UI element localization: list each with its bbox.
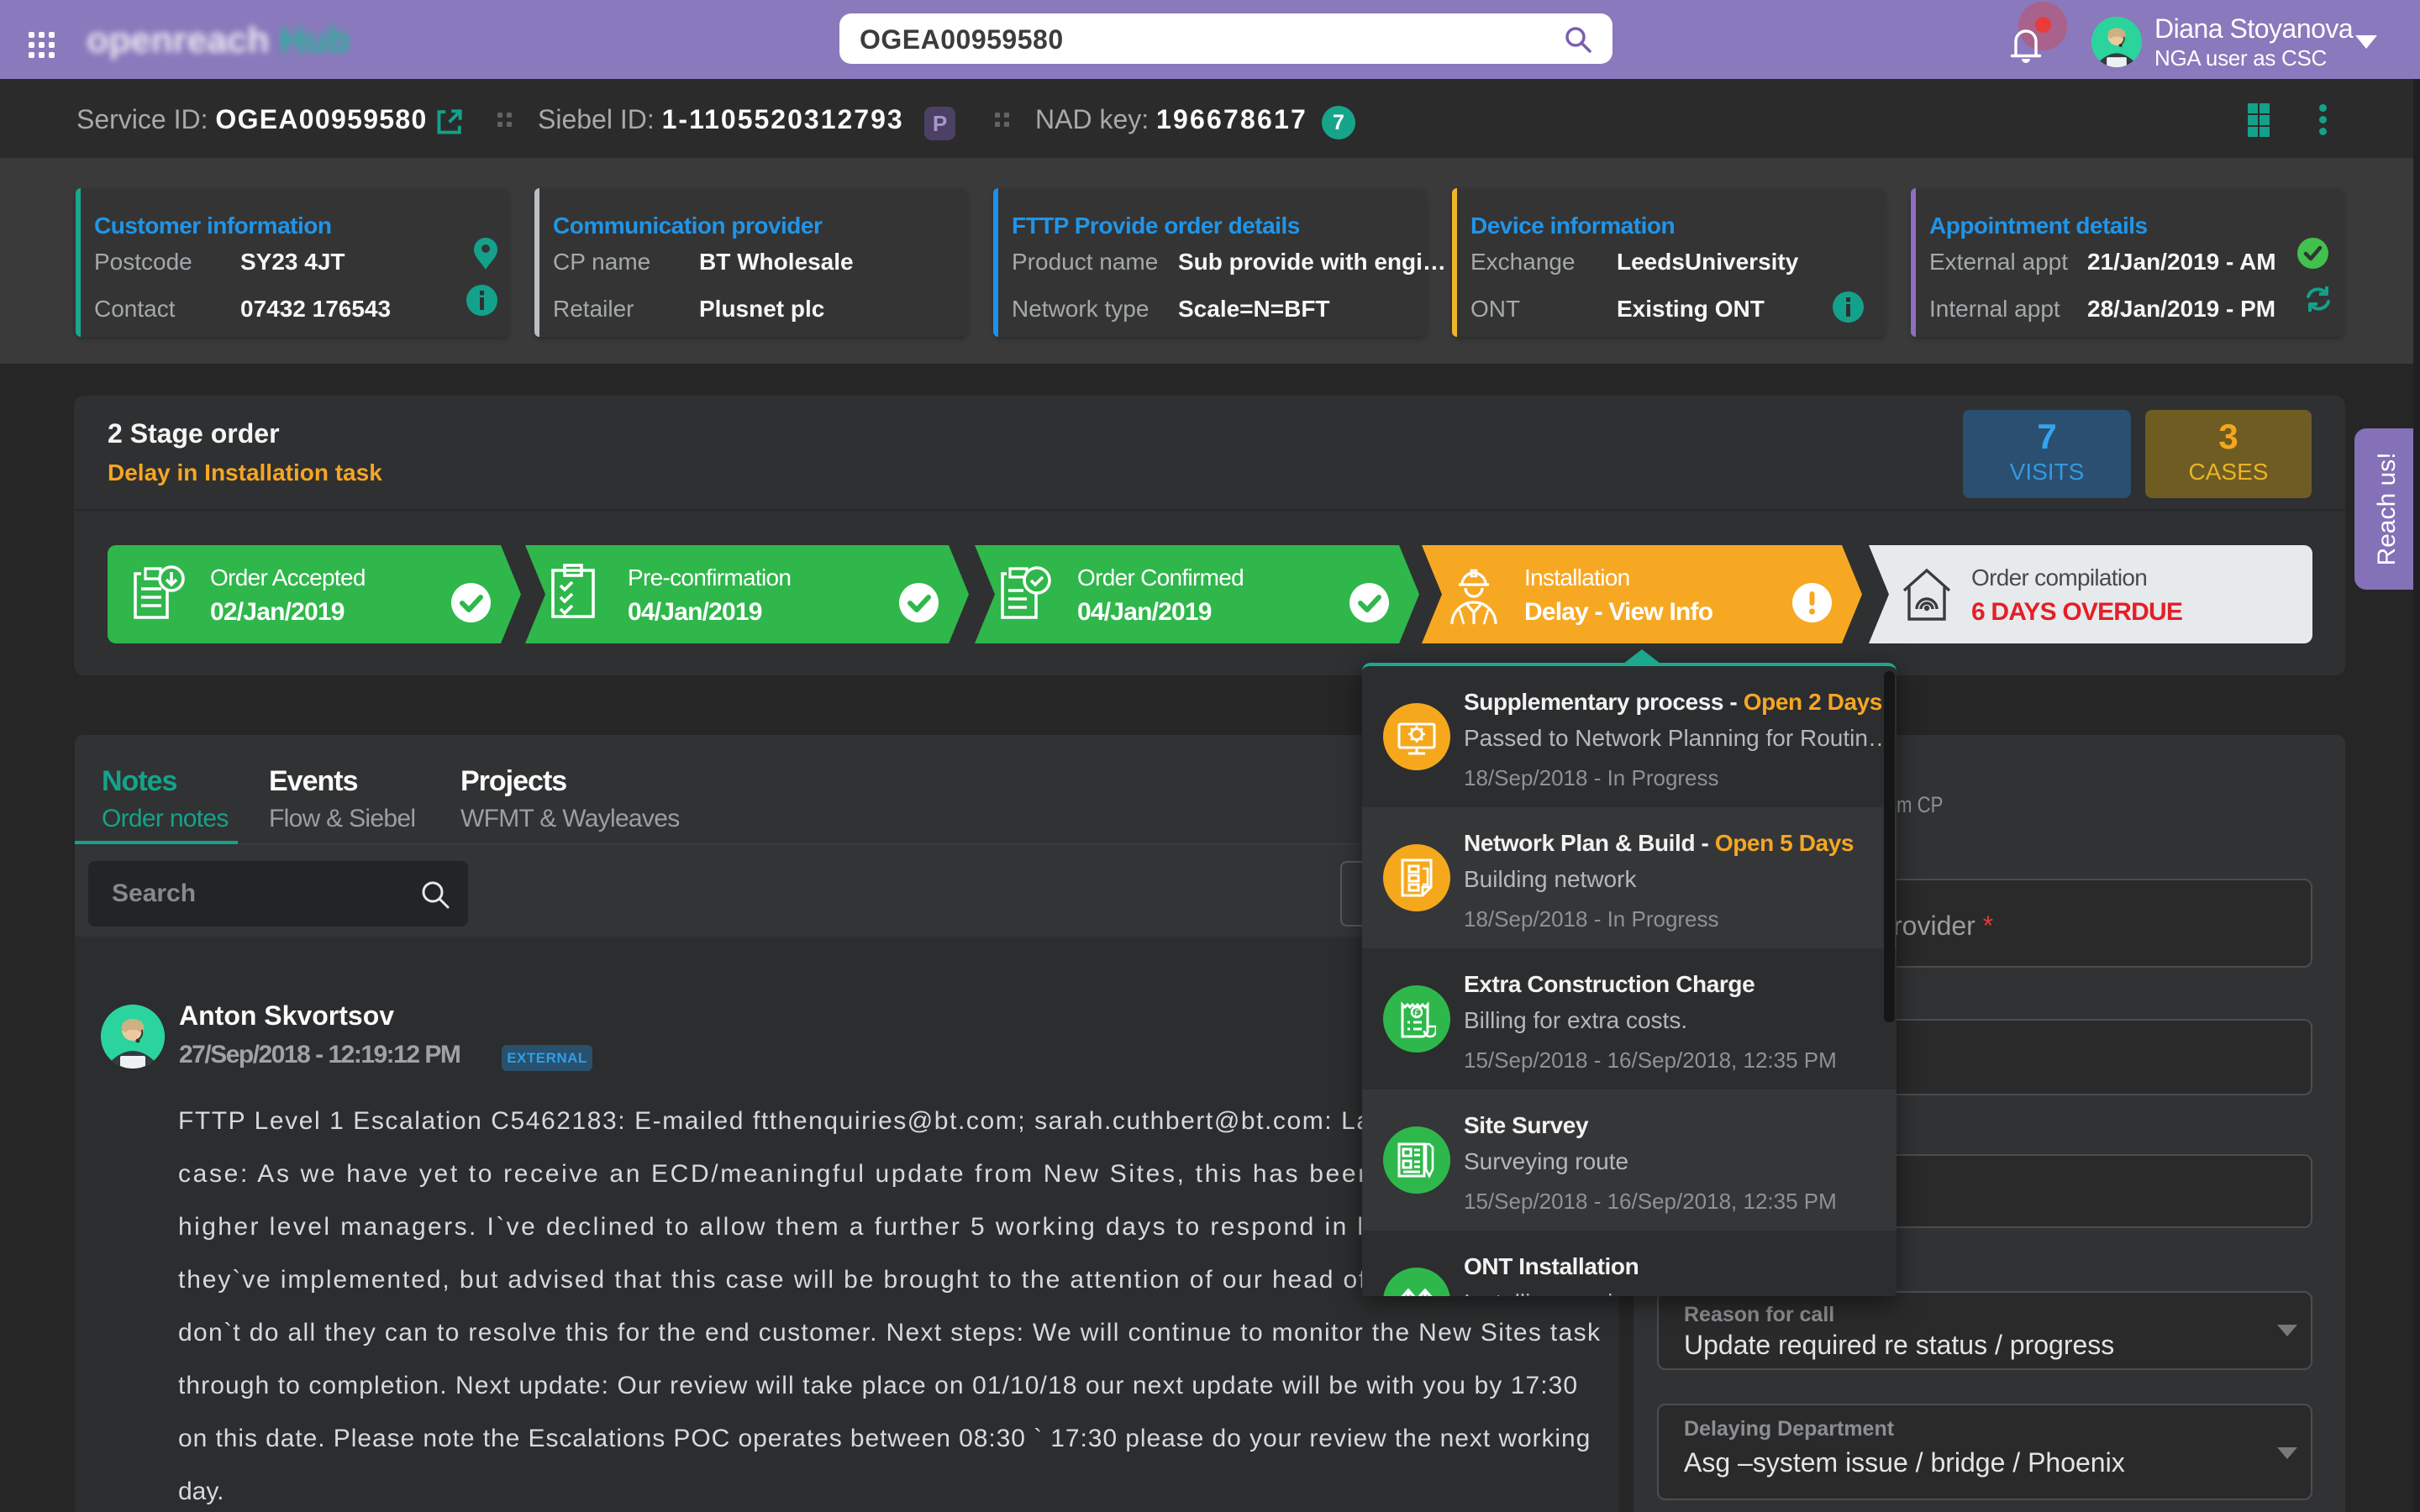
svg-text:£: £ <box>1414 1007 1420 1019</box>
